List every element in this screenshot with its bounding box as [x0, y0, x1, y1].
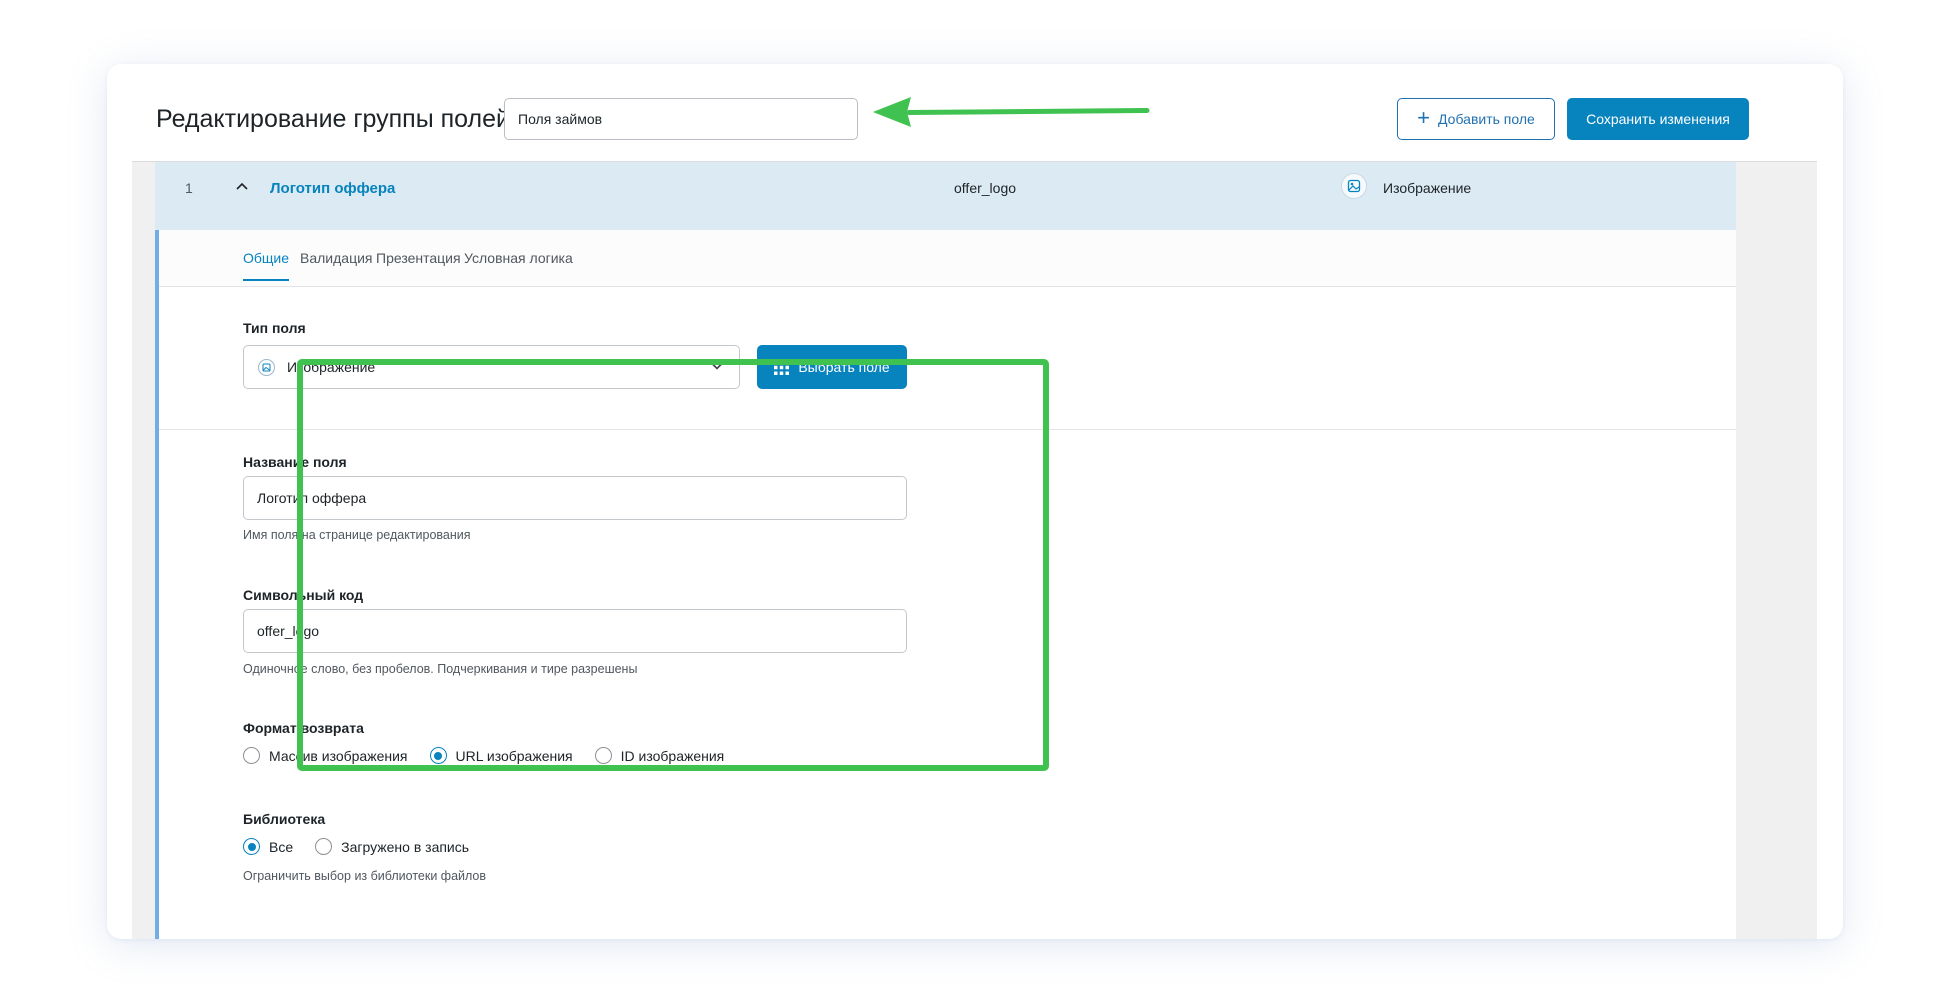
field-key: offer_logo — [954, 180, 1017, 196]
save-changes-button[interactable]: Сохранить изменения — [1567, 98, 1749, 140]
tab-general[interactable]: Общие — [243, 250, 290, 281]
radio-label: Массив изображения — [269, 747, 408, 764]
radio-dot-selected — [243, 838, 260, 855]
radio-label: Загружено в запись — [341, 838, 470, 855]
field-type-value: Изображение — [287, 359, 376, 375]
field-type-label: Тип поля — [243, 320, 306, 336]
radio-label: URL изображения — [455, 747, 573, 764]
chevron-down-icon — [710, 362, 724, 370]
radio-image-url[interactable]: URL изображения — [429, 747, 573, 764]
chevron-up-icon[interactable] — [235, 181, 249, 191]
right-gutter — [1736, 162, 1817, 939]
field-label-help: Имя поля на странице редактирования — [243, 528, 471, 542]
field-label-link[interactable]: Логотип оффера — [270, 180, 395, 197]
field-label-input[interactable] — [243, 476, 907, 520]
radio-image-array[interactable]: Массив изображения — [243, 747, 408, 764]
radio-dot-selected — [429, 747, 447, 764]
add-field-label: Добавить поле — [1438, 111, 1535, 127]
grid-icon — [774, 359, 790, 375]
choose-field-button[interactable]: Выбрать поле — [757, 345, 907, 389]
radio-dot — [594, 747, 612, 764]
section-divider — [159, 429, 1736, 430]
library-title: Библиотека — [243, 811, 326, 827]
field-name-title: Символьный код — [243, 587, 364, 603]
return-format-title: Формат возврата — [243, 720, 364, 736]
image-icon — [1341, 173, 1367, 199]
field-order-number: 1 — [185, 180, 193, 196]
field-label-title: Название поля — [243, 454, 347, 470]
plus-icon: + — [1417, 105, 1431, 130]
field-type-select[interactable]: Изображение — [243, 345, 740, 389]
image-type-icon — [258, 358, 275, 376]
tab-conditional-logic[interactable]: Условная логика — [464, 250, 573, 266]
add-field-button[interactable]: + Добавить поле — [1397, 98, 1555, 140]
radio-library-uploaded[interactable]: Загружено в запись — [315, 838, 469, 855]
choose-field-label: Выбрать поле — [798, 359, 890, 375]
radio-image-id[interactable]: ID изображения — [594, 747, 725, 764]
radio-label: ID изображения — [620, 747, 725, 764]
radio-library-all[interactable]: Все — [243, 838, 293, 855]
field-type-text: Изображение — [1383, 180, 1472, 196]
field-name-input[interactable] — [243, 609, 907, 653]
editor-card: Редактирование группы полей + Добавить п… — [107, 64, 1843, 939]
radio-dot — [243, 747, 260, 764]
tab-validation[interactable]: Валидация — [300, 250, 373, 266]
return-format-group: Массив изображения URL изображения ID из… — [243, 747, 746, 764]
arrow-annotation-icon — [873, 97, 1150, 127]
settings-tabs: Общие Валидация Презентация Условная лог… — [159, 230, 1736, 287]
field-row[interactable]: 1 Логотип оффера offer_logo Изображение — [155, 162, 1736, 230]
radio-dot — [315, 838, 333, 855]
tab-presentation[interactable]: Презентация — [376, 250, 461, 266]
group-name-input[interactable] — [504, 98, 858, 140]
page-title: Редактирование группы полей — [156, 105, 510, 133]
radio-label: Все — [269, 838, 294, 855]
library-help: Ограничить выбор из библиотеки файлов — [243, 869, 487, 883]
fields-editor: 1 Логотип оффера offer_logo Изображение … — [132, 161, 1817, 939]
field-name-help: Одиночное слово, без пробелов. Подчеркив… — [243, 662, 638, 676]
field-settings-panel: Общие Валидация Презентация Условная лог… — [155, 230, 1736, 939]
library-group: Все Загружено в запись — [243, 838, 491, 855]
